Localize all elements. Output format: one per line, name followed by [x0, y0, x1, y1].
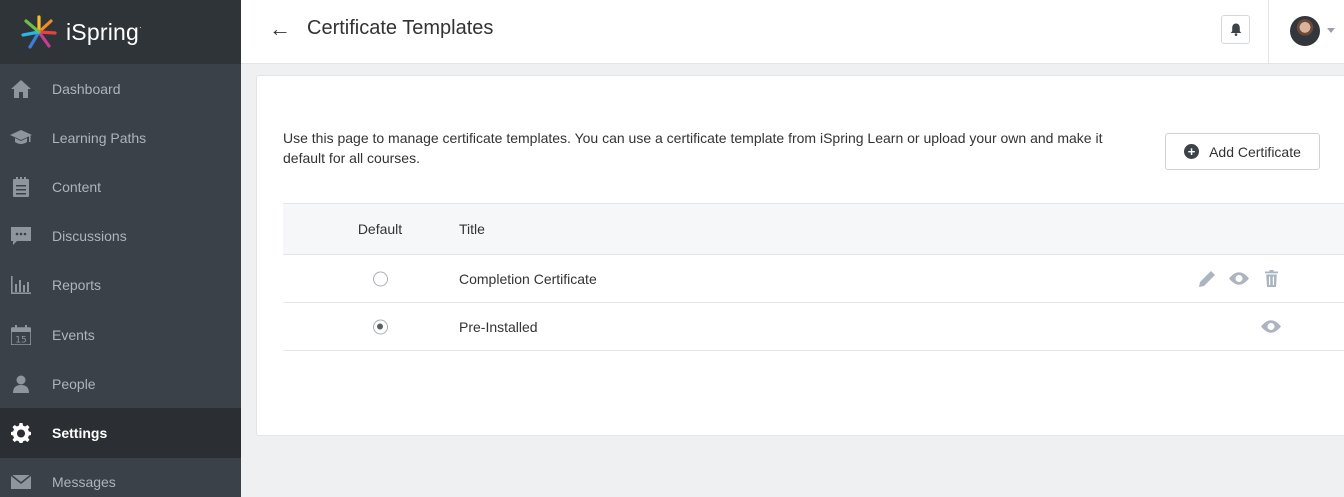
- sidebar-item-reports[interactable]: Reports: [0, 261, 241, 310]
- avatar[interactable]: [1290, 16, 1320, 46]
- preview-eye-icon[interactable]: [1229, 269, 1249, 289]
- certificate-title: Completion Certificate: [459, 270, 597, 287]
- logo[interactable]: iSpring·: [0, 0, 241, 64]
- gear-icon: [10, 422, 32, 444]
- column-header-default: Default: [357, 221, 403, 237]
- notifications-button[interactable]: [1221, 15, 1250, 44]
- calendar-icon: 15: [10, 324, 32, 346]
- sidebar-item-label: People: [52, 375, 96, 392]
- add-certificate-button[interactable]: + Add Certificate: [1165, 133, 1320, 170]
- sidebar-item-content[interactable]: Content: [0, 162, 241, 211]
- table-row[interactable]: Completion Certificate: [283, 255, 1344, 303]
- table-row[interactable]: Pre-Installed: [283, 303, 1344, 351]
- sidebar-item-label: Content: [52, 178, 102, 195]
- home-icon: [10, 78, 32, 100]
- ispring-logo-icon: [21, 15, 57, 49]
- person-icon: [10, 373, 32, 395]
- sidebar-item-label: Reports: [52, 277, 102, 294]
- default-radio-selected[interactable]: [372, 319, 388, 334]
- sidebar-item-dashboard[interactable]: Dashboard: [0, 64, 241, 113]
- add-certificate-label: Add Certificate: [1209, 143, 1301, 160]
- delete-trash-icon[interactable]: [1261, 269, 1281, 289]
- preview-eye-icon[interactable]: [1261, 317, 1281, 337]
- table-header: Default Title: [283, 203, 1344, 255]
- sidebar: iSpring· Dashboard Learning Paths Conten…: [0, 0, 241, 497]
- default-cell: [355, 271, 405, 286]
- default-radio[interactable]: [372, 271, 388, 286]
- header-divider: [1268, 0, 1269, 64]
- plus-circle-icon: +: [1184, 144, 1200, 159]
- column-header-title: Title: [459, 221, 485, 237]
- page-title: Certificate Templates: [307, 17, 494, 39]
- default-cell: [355, 319, 405, 334]
- graduation-cap-icon: [10, 127, 32, 149]
- sidebar-item-settings[interactable]: Settings: [0, 408, 241, 458]
- sidebar-item-discussions[interactable]: Discussions: [0, 212, 241, 261]
- sidebar-item-people[interactable]: People: [0, 359, 241, 408]
- sidebar-item-label: Settings: [52, 424, 108, 441]
- sidebar-item-messages[interactable]: Messages: [0, 458, 241, 497]
- certificates-table: Default Title Completion Certificate Pre…: [283, 203, 1344, 351]
- row-actions: [1185, 269, 1281, 289]
- sidebar-item-label: Learning Paths: [52, 129, 147, 146]
- svg-text:15: 15: [15, 335, 26, 345]
- page-description: Use this page to manage certificate temp…: [283, 130, 1103, 166]
- sidebar-item-label: Dashboard: [52, 80, 121, 97]
- top-header: ← Certificate Templates: [241, 0, 1344, 64]
- envelope-icon: [10, 471, 32, 493]
- sidebar-item-label: Events: [52, 326, 95, 343]
- sidebar-item-events[interactable]: 15 Events: [0, 310, 241, 359]
- brand-name: iSpring·: [66, 18, 142, 45]
- bar-chart-icon: [10, 274, 32, 296]
- certificates-card: Use this page to manage certificate temp…: [256, 75, 1344, 436]
- sidebar-item-label: Messages: [52, 474, 116, 491]
- bell-icon: [1230, 23, 1241, 36]
- certificate-title: Pre-Installed: [459, 318, 538, 335]
- row-actions: [1249, 317, 1281, 337]
- chat-icon: [10, 225, 32, 247]
- chevron-down-icon[interactable]: [1327, 28, 1335, 33]
- content-icon: [10, 176, 32, 198]
- back-arrow-icon[interactable]: ←: [269, 18, 291, 40]
- sidebar-item-learning-paths[interactable]: Learning Paths: [0, 113, 241, 162]
- edit-pencil-icon[interactable]: [1197, 269, 1217, 289]
- sidebar-item-label: Discussions: [52, 228, 127, 245]
